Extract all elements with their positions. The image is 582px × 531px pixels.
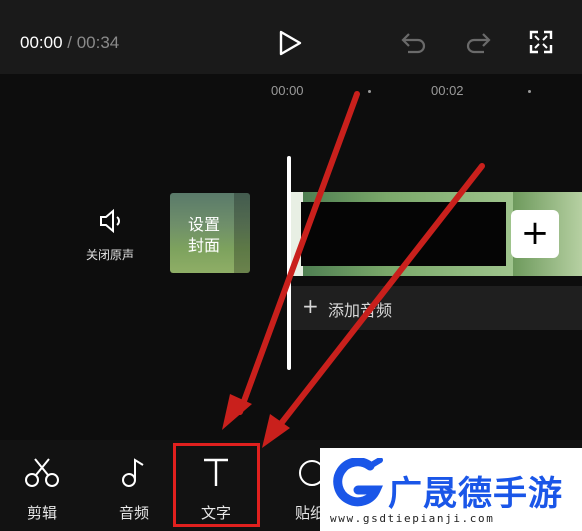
fullscreen-icon[interactable] [529,30,553,54]
current-time: 00:00 [20,33,63,52]
clip-dark-frame [301,202,506,266]
music-note-icon [122,458,144,487]
play-icon[interactable] [278,30,302,56]
add-audio-plus-icon: + [302,294,319,318]
watermark-brand: 广晟德手游 [388,474,563,514]
scissors-icon [25,458,59,487]
ruler-dot [528,90,531,93]
redo-icon[interactable] [464,30,492,56]
time-separator: / [62,33,77,52]
brand-logo-icon [333,458,383,507]
watermark-url: www.gsdtiepianji.com [330,512,495,525]
toolbar-label: 音频 [118,504,149,522]
toolbar-item-audio[interactable]: 音频 [114,456,154,526]
mute-original-label[interactable]: 关闭原声 [86,246,134,263]
ruler-tick: 00:02 [431,83,464,98]
undo-icon[interactable] [400,30,428,56]
add-clip-button[interactable]: + [511,210,559,258]
toolbar-label: 剪辑 [26,504,57,522]
total-time: 00:34 [76,33,120,52]
text-tool-highlight-box [173,443,260,527]
set-cover-label: 设置 封面 [187,215,220,255]
speaker-mute-icon[interactable] [98,208,126,234]
ruler-dot [368,90,371,93]
playhead[interactable] [287,156,291,370]
time-display: 00:00 / 00:34 [20,33,119,53]
ruler-tick: 00:00 [271,83,304,98]
add-audio-label: 添加音频 [328,301,393,320]
toolbar-item-edit[interactable]: 剪辑 [22,456,62,526]
